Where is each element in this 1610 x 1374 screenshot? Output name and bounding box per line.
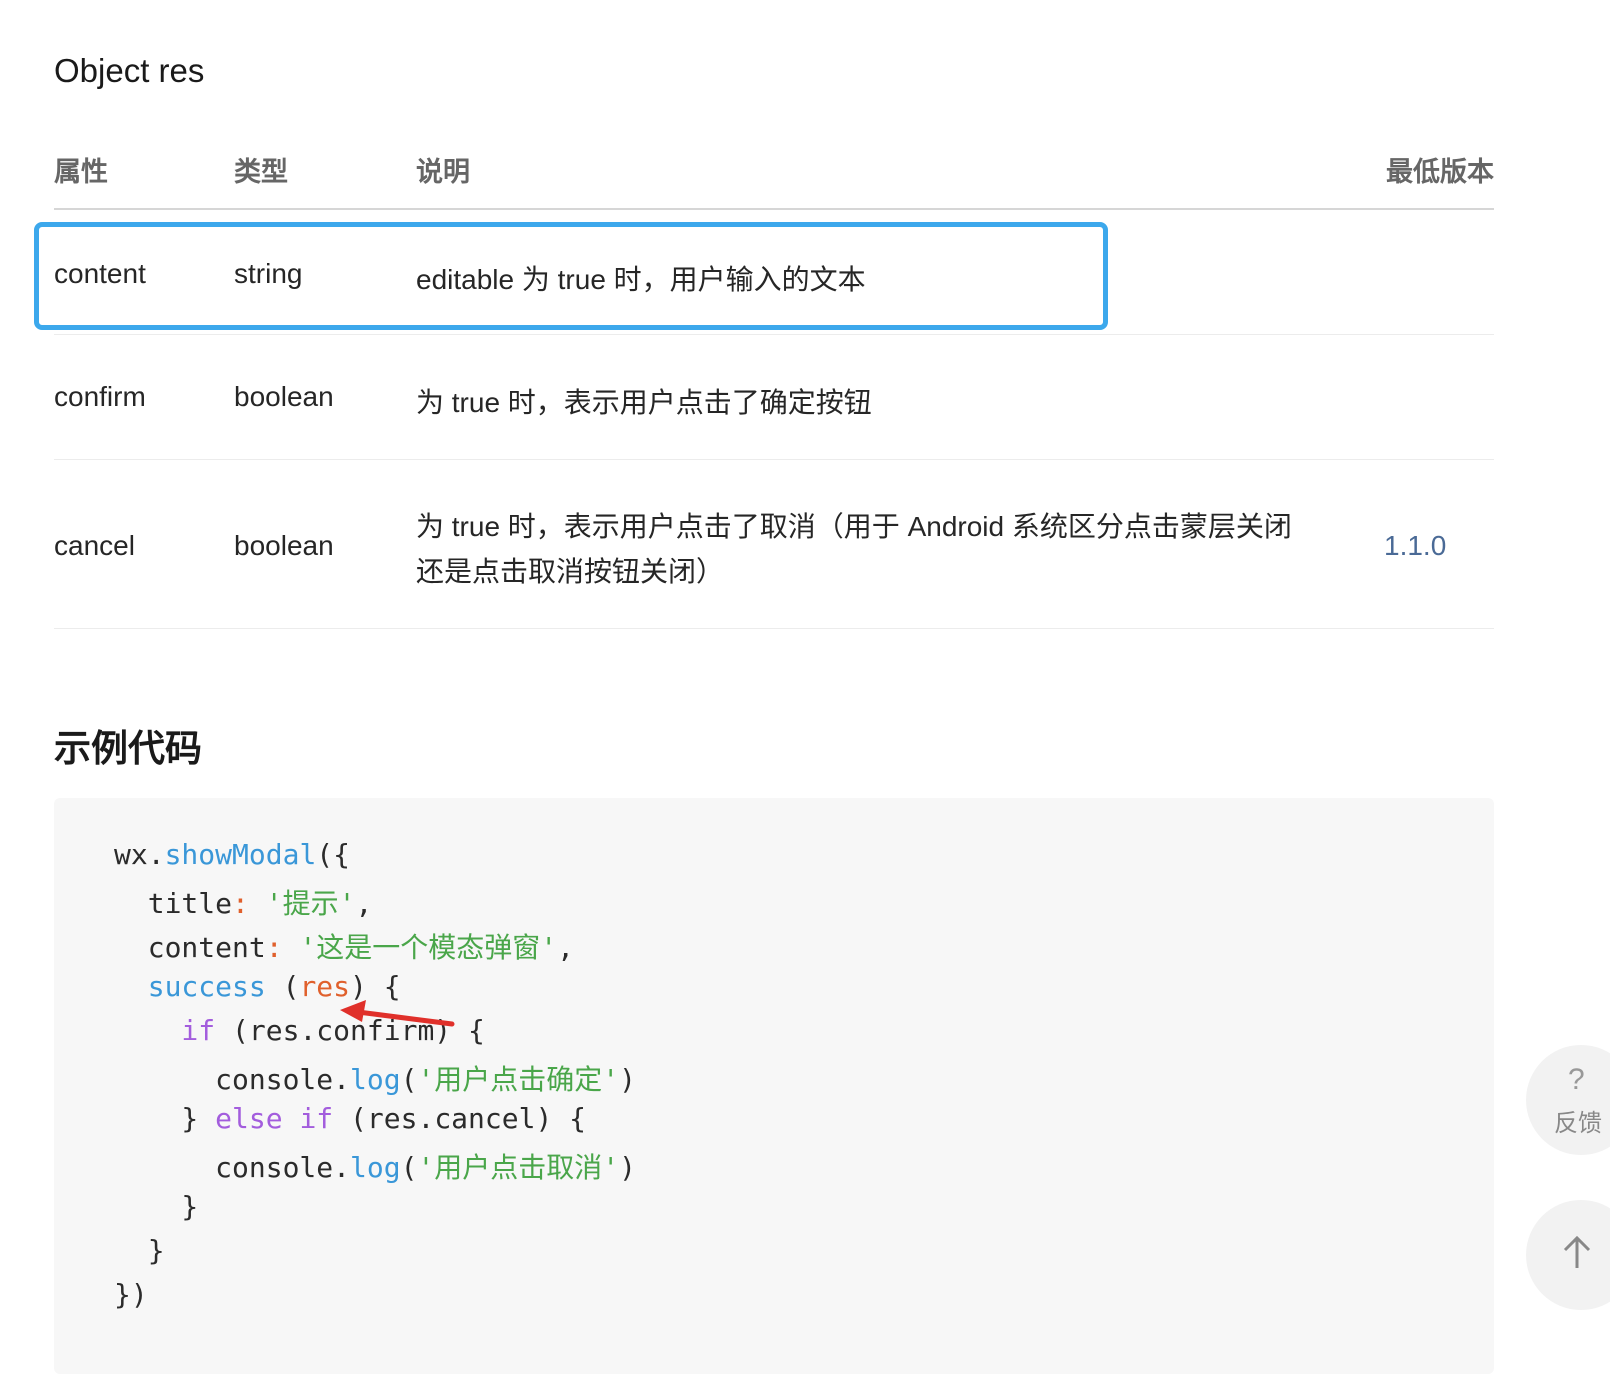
section-title: Object res <box>54 52 205 89</box>
code-line: }) <box>114 1278 148 1311</box>
code-line: title: '提示', <box>114 882 373 922</box>
code-token: : <box>232 887 249 920</box>
code-token: : <box>265 931 283 964</box>
code-line: } else if (res.cancel) { <box>114 1102 586 1135</box>
annotation-arrow-icon <box>340 1000 455 1027</box>
table-row: cancel boolean 为 true 时，表示用户点击了取消（用于 And… <box>54 460 1494 629</box>
prop-name: confirm <box>54 381 146 412</box>
code-token: ( <box>265 970 300 1003</box>
code-line: content: '这是一个模态弹窗', <box>114 926 574 966</box>
code-token: '用户点击取消' <box>417 1151 620 1184</box>
min-version-link[interactable]: 1.1.0 <box>1384 530 1446 562</box>
prop-type: boolean <box>234 530 334 561</box>
code-line: console.log('用户点击取消') <box>114 1146 636 1186</box>
code-token: ( <box>400 1151 418 1184</box>
code-token: (res.cancel) { <box>333 1102 587 1135</box>
example-title: 示例代码 <box>54 728 202 769</box>
arrow-up-icon <box>1563 1235 1591 1268</box>
prop-type: boolean <box>234 381 334 412</box>
feedback-button[interactable]: ? 反馈 <box>1526 1045 1610 1155</box>
code-token: wx. <box>114 838 165 871</box>
code-token: '用户点击确定' <box>417 1063 620 1096</box>
code-token: ({ <box>316 838 351 871</box>
prop-desc-line: 还是点击取消按钮关闭） <box>416 556 725 587</box>
header-type: 类型 <box>234 157 288 187</box>
header-min-version: 最低版本 <box>1386 157 1494 187</box>
code-token: showModal <box>164 838 317 871</box>
header-description: 说明 <box>416 157 470 187</box>
prop-desc: 为 true 时，表示用户点击了确定按钮 <box>416 387 872 418</box>
code-token: ) <box>619 1063 637 1096</box>
code-line: } <box>114 1190 199 1223</box>
prop-desc-line: 为 true 时，表示用户点击了取消（用于 Android 系统区分点击蒙层关闭 <box>416 511 1292 542</box>
code-token: log <box>350 1063 401 1096</box>
code-line: } <box>114 1234 165 1267</box>
code-token: else if <box>215 1102 334 1135</box>
code-token: console. <box>114 1063 351 1096</box>
code-token: title <box>114 887 233 920</box>
header-property: 属性 <box>54 157 108 187</box>
feedback-label: 反馈 <box>1554 1110 1602 1137</box>
properties-table: 属性 类型 说明 最低版本 content string editable 为 … <box>54 140 1494 629</box>
code-line: console.log('用户点击确定') <box>114 1058 636 1098</box>
code-token: '这是一个模态弹窗' <box>299 931 558 964</box>
code-token: } <box>114 1102 216 1135</box>
code-token: '提示' <box>265 887 356 920</box>
code-token: success <box>114 970 266 1003</box>
table-header: 属性 类型 说明 最低版本 <box>54 140 1494 210</box>
code-token: log <box>350 1151 401 1184</box>
question-icon: ? <box>1568 1063 1585 1096</box>
code-line: wx.showModal({ <box>114 838 350 871</box>
code-token: if <box>114 1014 216 1047</box>
code-token: , <box>557 931 575 964</box>
prop-name: cancel <box>54 530 135 561</box>
code-token: content <box>114 931 266 964</box>
code-token: ( <box>400 1063 418 1096</box>
code-block: wx.showModal({ title: '提示', content: '这是… <box>54 798 1494 1374</box>
code-token: , <box>355 887 373 920</box>
prop-desc: 为 true 时，表示用户点击了取消（用于 Android 系统区分点击蒙层关闭… <box>416 504 1316 594</box>
code-token: console. <box>114 1151 351 1184</box>
table-row: confirm boolean 为 true 时，表示用户点击了确定按钮 <box>54 335 1494 460</box>
code-token: ) <box>619 1151 637 1184</box>
back-to-top-button[interactable] <box>1526 1200 1610 1310</box>
highlight-annotation-box <box>34 222 1108 330</box>
